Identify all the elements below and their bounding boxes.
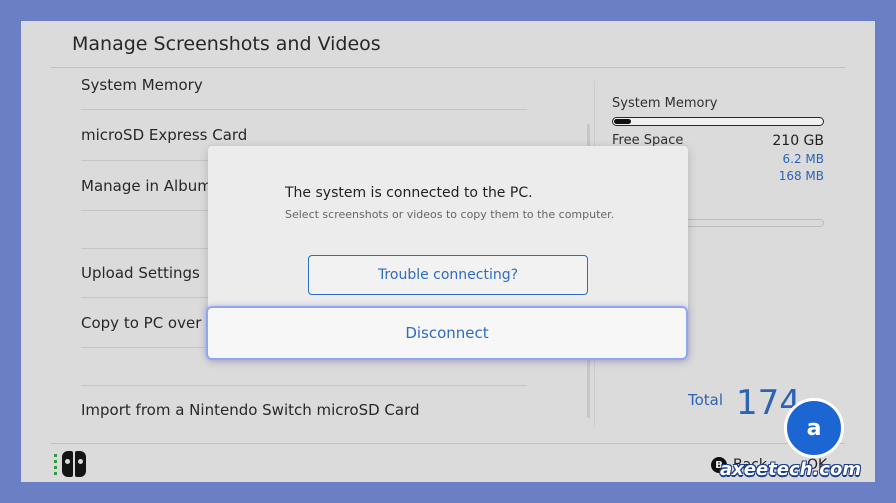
switch-screen: Manage Screenshots and Videos System Mem… (21, 21, 875, 482)
dialog-title: The system is connected to the PC. (285, 185, 533, 201)
connection-dialog: The system is connected to the PC. Selec… (206, 146, 688, 360)
logo-badge-text: a (806, 415, 822, 441)
watermark-text: axeetech.com (720, 459, 862, 480)
axeetech-logo-icon: a (784, 398, 844, 458)
trouble-connecting-button[interactable]: Trouble connecting? (308, 255, 588, 295)
disconnect-button[interactable]: Disconnect (206, 306, 688, 360)
dialog-subtitle: Select screenshots or videos to copy the… (285, 208, 615, 221)
